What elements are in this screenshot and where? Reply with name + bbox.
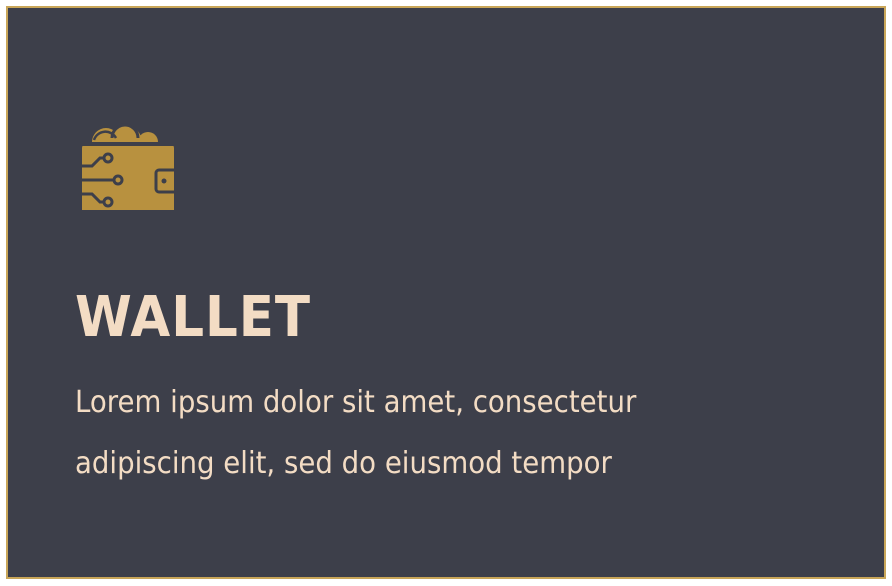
card-description: Lorem ipsum dolor sit amet, consectetur … [75,372,774,494]
wallet-card: WALLET Lorem ipsum dolor sit amet, conse… [6,6,886,579]
wallet-icon [82,123,174,210]
card-title: WALLET [75,285,311,350]
card-description-line: adipiscing elit, sed do eiusmod tempor [75,446,612,481]
card-description-line: Lorem ipsum dolor sit amet, consectetur [75,385,637,420]
